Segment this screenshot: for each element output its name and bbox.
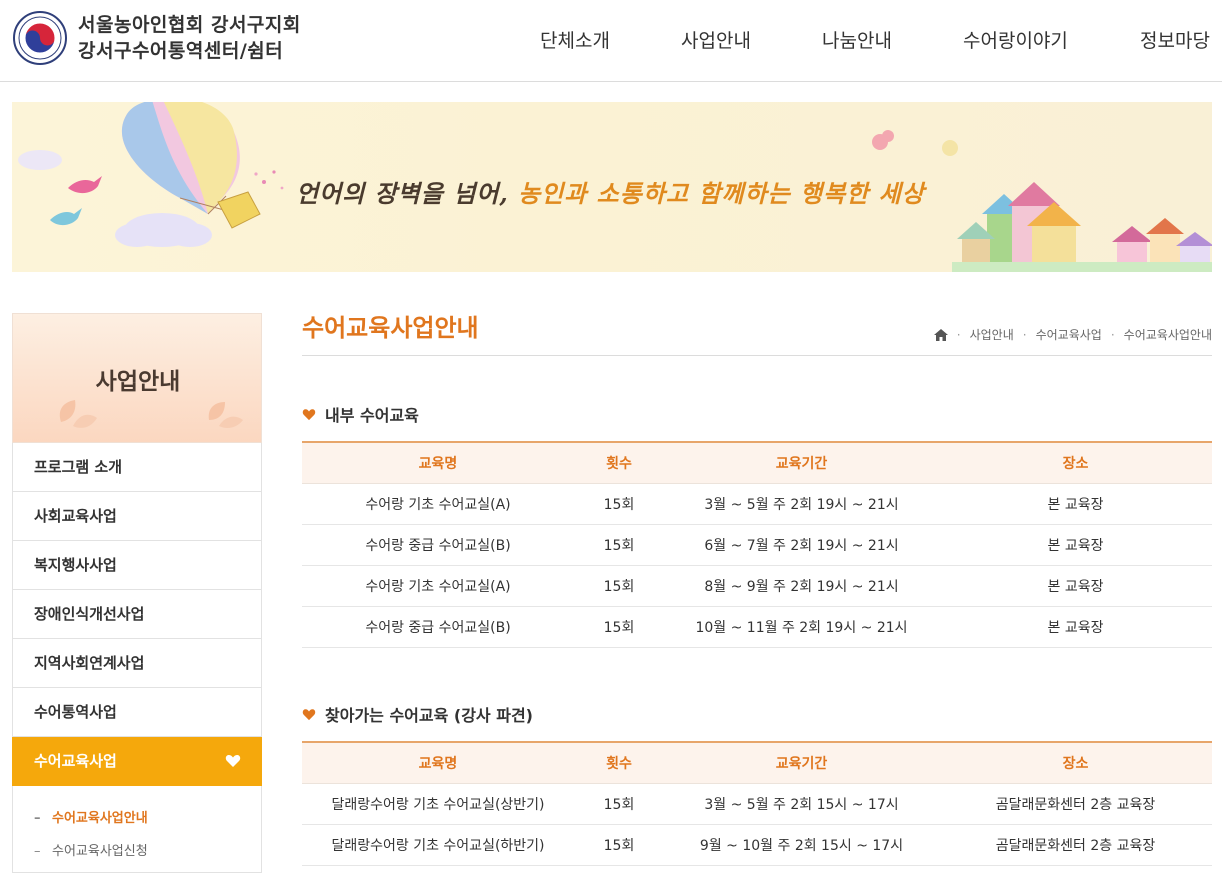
table-cell: 수어랑 중급 수어교실(B)	[302, 524, 574, 566]
section-title-text: 내부 수어교육	[325, 406, 419, 425]
table-cell: 15회	[574, 824, 664, 866]
main-navigation: 단체소개 사업안내 나눔안내 수어랑이야기 정보마당	[0, 26, 1222, 56]
table-cell: 15회	[574, 606, 664, 648]
table-cell: 3월 ~ 5월 주 2회 19시 ~ 21시	[664, 483, 939, 525]
section-title-text: 찾아가는 수어교육 (강사 파견)	[325, 706, 533, 725]
column-header: 교육명	[302, 442, 574, 484]
slogan-part1: 언어의 장벽을 넘어,	[296, 179, 509, 208]
table-cell: 본 교육장	[939, 606, 1212, 648]
table-cell: 본 교육장	[939, 565, 1212, 607]
column-header: 횟수	[574, 442, 664, 484]
table-cell: 달래랑수어랑 기초 수어교실(하반기)	[302, 824, 574, 866]
table-row: 수어랑 기초 수어교실(A) 15회 3월 ~ 5월 주 2회 19시 ~ 21…	[302, 483, 1212, 525]
dash-icon: –	[34, 811, 41, 826]
nav-info[interactable]: 정보마당	[1140, 26, 1210, 53]
submenu-item-education-info[interactable]: – 수어교육사업안내	[13, 802, 261, 835]
table-cell: 15회	[574, 783, 664, 825]
table-cell: 9월 ~ 10월 주 2회 15시 ~ 17시	[664, 824, 939, 866]
sidebar-item-program-intro[interactable]: 프로그램 소개	[12, 443, 262, 492]
site-header: 서울농아인협회 강서구지회 강서구수어통역센터/쉼터 단체소개 사업안내 나눔안…	[0, 0, 1222, 82]
column-header: 장소	[939, 442, 1212, 484]
title-divider	[302, 355, 1212, 356]
home-icon[interactable]	[933, 328, 948, 341]
visiting-education-table: 교육명 횟수 교육기간 장소 달래랑수어랑 기초 수어교실(상반기) 15회 3…	[302, 741, 1212, 866]
table-cell: 본 교육장	[939, 524, 1212, 566]
table-cell: 3월 ~ 5월 주 2회 15시 ~ 17시	[664, 783, 939, 825]
table-cell: 수어랑 중급 수어교실(B)	[302, 606, 574, 648]
section-title-internal: 내부 수어교육	[302, 402, 419, 426]
sidebar-menu: 프로그램 소개 사회교육사업 복지행사사업 장애인식개선사업 지역사회연계사업 …	[12, 443, 262, 873]
sidebar-header: 사업안내	[12, 313, 262, 443]
column-header: 교육기간	[664, 742, 939, 784]
nav-about[interactable]: 단체소개	[540, 26, 610, 53]
table-cell: 15회	[574, 524, 664, 566]
slogan-part2: 농인과 소통하고 함께하는 행복한 세상	[518, 179, 925, 208]
section-title-visiting: 찾아가는 수어교육 (강사 파견)	[302, 702, 533, 726]
sidebar-item-community-link[interactable]: 지역사회연계사업	[12, 639, 262, 688]
page-title: 수어교육사업안내	[302, 314, 479, 342]
breadcrumb-separator: ·	[956, 327, 961, 342]
table-row: 달래랑수어랑 기초 수어교실(하반기) 15회 9월 ~ 10월 주 2회 15…	[302, 824, 1212, 866]
table-cell: 8월 ~ 9월 주 2회 19시 ~ 21시	[664, 565, 939, 607]
banner-slogan: 언어의 장벽을 넘어, 농인과 소통하고 함께하는 행복한 세상	[296, 174, 925, 209]
breadcrumb-item[interactable]: 수어교육사업	[1036, 326, 1102, 343]
table-cell: 달래랑수어랑 기초 수어교실(상반기)	[302, 783, 574, 825]
hero-banner: 언어의 장벽을 넘어, 농인과 소통하고 함께하는 행복한 세상	[12, 102, 1212, 272]
table-cell: 6월 ~ 7월 주 2회 19시 ~ 21시	[664, 524, 939, 566]
dash-icon: –	[34, 844, 41, 859]
column-header: 교육명	[302, 742, 574, 784]
breadcrumb-separator: ·	[1022, 327, 1027, 342]
heart-icon	[302, 408, 316, 420]
breadcrumb-item[interactable]: 사업안내	[970, 326, 1014, 343]
table-cell: 본 교육장	[939, 483, 1212, 525]
column-header: 교육기간	[664, 442, 939, 484]
nav-business[interactable]: 사업안내	[681, 26, 751, 53]
sidebar-submenu: – 수어교육사업안내 – 수어교육사업신청	[12, 786, 262, 873]
sidebar-item-interpretation[interactable]: 수어통역사업	[12, 688, 262, 737]
table-row: 수어랑 중급 수어교실(B) 15회 10월 ~ 11월 주 2회 19시 ~ …	[302, 606, 1212, 648]
breadcrumb-separator: ·	[1110, 327, 1115, 342]
table-cell: 곰달래문화센터 2층 교육장	[939, 783, 1212, 825]
nav-stories[interactable]: 수어랑이야기	[963, 26, 1068, 53]
breadcrumb: · 사업안내 · 수어교육사업 · 수어교육사업안내	[933, 326, 1212, 343]
table-cell: 15회	[574, 483, 664, 525]
table-header-row: 교육명 횟수 교육기간 장소	[302, 442, 1212, 484]
submenu-item-label: 수어교육사업안내	[52, 811, 148, 826]
table-cell: 수어랑 기초 수어교실(A)	[302, 483, 574, 525]
table-cell: 곰달래문화센터 2층 교육장	[939, 824, 1212, 866]
sidebar-title: 사업안내	[95, 369, 181, 395]
nav-sharing[interactable]: 나눔안내	[822, 26, 892, 53]
column-header: 횟수	[574, 742, 664, 784]
column-header: 장소	[939, 742, 1212, 784]
table-cell: 10월 ~ 11월 주 2회 19시 ~ 21시	[664, 606, 939, 648]
heart-icon	[225, 754, 241, 767]
submenu-item-label: 수어교육사업신청	[52, 844, 148, 859]
table-header-row: 교육명 횟수 교육기간 장소	[302, 742, 1212, 784]
table-cell: 수어랑 기초 수어교실(A)	[302, 565, 574, 607]
internal-education-table: 교육명 횟수 교육기간 장소 수어랑 기초 수어교실(A) 15회 3월 ~ 5…	[302, 441, 1212, 648]
sidebar-item-label: 수어교육사업	[34, 752, 117, 770]
sidebar-item-disability-awareness[interactable]: 장애인식개선사업	[12, 590, 262, 639]
table-row: 수어랑 중급 수어교실(B) 15회 6월 ~ 7월 주 2회 19시 ~ 21…	[302, 524, 1212, 566]
table-row: 달래랑수어랑 기초 수어교실(상반기) 15회 3월 ~ 5월 주 2회 15시…	[302, 783, 1212, 825]
table-cell: 15회	[574, 565, 664, 607]
sidebar-item-welfare-events[interactable]: 복지행사사업	[12, 541, 262, 590]
table-row: 수어랑 기초 수어교실(A) 15회 8월 ~ 9월 주 2회 19시 ~ 21…	[302, 565, 1212, 607]
submenu-item-education-apply[interactable]: – 수어교육사업신청	[13, 835, 261, 868]
heart-icon	[302, 708, 316, 720]
sidebar-item-social-education[interactable]: 사회교육사업	[12, 492, 262, 541]
breadcrumb-item[interactable]: 수어교육사업안내	[1124, 326, 1212, 343]
sidebar-item-sign-education[interactable]: 수어교육사업	[12, 737, 262, 786]
